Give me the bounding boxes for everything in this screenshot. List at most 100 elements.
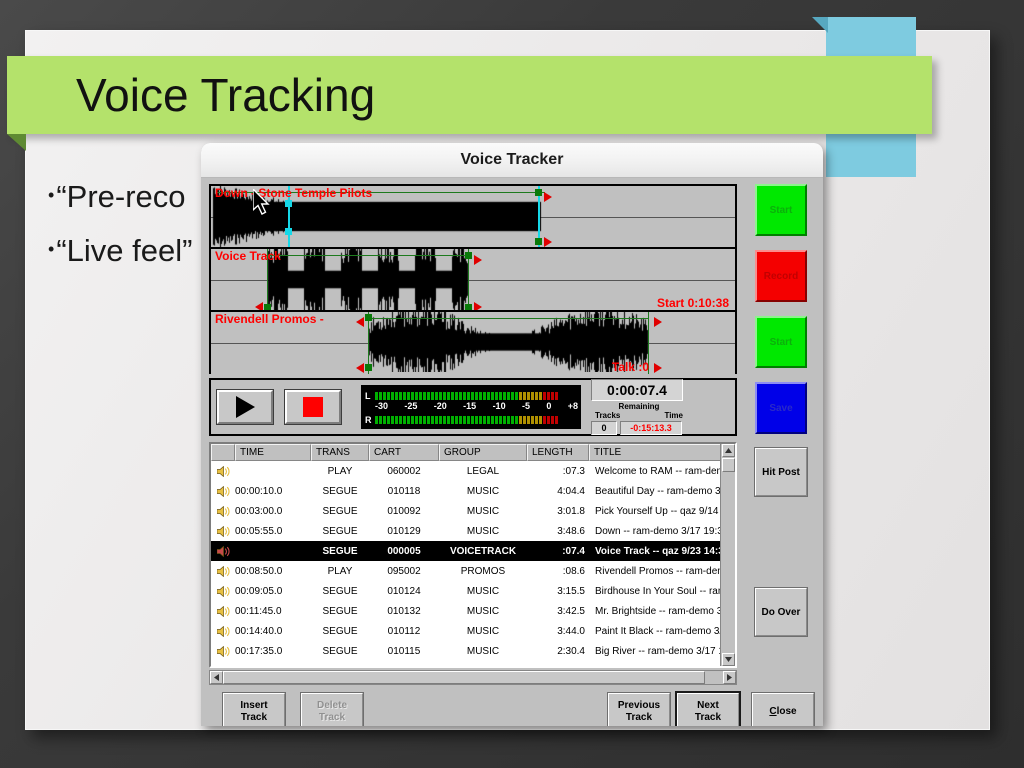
next-track-button[interactable]: NextTrack — [677, 693, 739, 726]
meter-segment — [499, 392, 502, 400]
meter-segment — [475, 416, 478, 424]
scroll-down-button[interactable] — [722, 653, 735, 666]
save-button[interactable]: Save — [755, 382, 807, 434]
meter-segment — [467, 392, 470, 400]
stop-button[interactable] — [285, 390, 341, 424]
waveform-track-2[interactable]: Voice Track Start 0:10:38 — [211, 249, 735, 312]
meter-tick: -25 — [404, 401, 417, 411]
red-marker-end-bottom[interactable] — [474, 302, 482, 312]
meter-segment — [511, 416, 514, 424]
start-button-1[interactable]: Start — [755, 184, 807, 236]
cell-cart: 000005 — [369, 546, 439, 557]
red-marker-start-bottom[interactable] — [356, 363, 364, 373]
scroll-thumb[interactable] — [722, 458, 735, 472]
hit-post-button[interactable]: Hit Post — [755, 448, 807, 496]
row-speaker-icon[interactable] — [211, 546, 235, 557]
red-marker-start-top[interactable] — [356, 317, 364, 327]
green-handle-bottom[interactable] — [535, 238, 542, 245]
meter-segment — [531, 392, 534, 400]
column-header[interactable]: GROUP — [439, 444, 527, 461]
scroll-up-button[interactable] — [722, 444, 735, 457]
row-speaker-icon[interactable] — [211, 586, 235, 597]
close-button[interactable]: Close — [752, 693, 814, 726]
green-handle-start-bottom[interactable] — [365, 364, 372, 371]
waveform-track-1[interactable]: Down - Stone Temple Pilots — [211, 186, 735, 249]
waveform-panel[interactable]: Down - Stone Temple Pilots — [209, 184, 737, 374]
record-button[interactable]: Record — [755, 250, 807, 302]
cell-trans: SEGUE — [311, 646, 369, 657]
hscroll-thumb[interactable] — [223, 671, 705, 684]
speaker-icon — [217, 586, 230, 597]
table-row[interactable]: 00:00:10.0SEGUE010118MUSIC4:04.4Beautifu… — [211, 481, 735, 501]
row-speaker-icon[interactable] — [211, 526, 235, 537]
table-row[interactable]: 00:03:00.0SEGUE010092MUSIC3:01.8Pick You… — [211, 501, 735, 521]
meter-tick: -20 — [434, 401, 447, 411]
table-row[interactable]: 00:17:35.0SEGUE010115MUSIC2:30.4Big Rive… — [211, 641, 735, 661]
column-header[interactable]: CART — [369, 444, 439, 461]
table-row[interactable]: 00:05:55.0SEGUE010129MUSIC3:48.6Down -- … — [211, 521, 735, 541]
insert-track-button[interactable]: InsertTrack — [223, 693, 285, 726]
cell-time: 00:17:35.0 — [235, 646, 311, 657]
table-row[interactable]: 00:14:40.0SEGUE010112MUSIC3:44.0Paint It… — [211, 621, 735, 641]
remaining-tracks-value: 0 — [591, 421, 617, 435]
column-header[interactable]: TIME — [235, 444, 311, 461]
cyan-handle-bottom[interactable] — [285, 228, 292, 235]
cell-trans: SEGUE — [311, 606, 369, 617]
row-speaker-icon[interactable] — [211, 606, 235, 617]
row-speaker-icon[interactable] — [211, 506, 235, 517]
meter-segment — [515, 392, 518, 400]
cell-cart: 010115 — [369, 646, 439, 657]
scroll-right-button[interactable] — [723, 671, 736, 684]
do-over-button[interactable]: Do Over — [755, 588, 807, 636]
waveform-track-3[interactable]: Rivendell Promos - Talk :0 — [211, 312, 735, 374]
vertical-scrollbar[interactable] — [720, 444, 735, 666]
bullet-text: “Live feel” — [56, 233, 192, 268]
talk-time-label: Talk :0 — [612, 360, 649, 374]
table-row[interactable]: 00:11:45.0SEGUE010132MUSIC3:42.5Mr. Brig… — [211, 601, 735, 621]
meter-left-label: L — [365, 391, 375, 401]
play-button[interactable] — [217, 390, 273, 424]
table-row[interactable]: 00:09:05.0SEGUE010124MUSIC3:15.5Birdhous… — [211, 581, 735, 601]
table-row[interactable]: 00:08:50.0PLAY095002PROMOS:08.6Rivendell… — [211, 561, 735, 581]
remaining-time-label: Time — [664, 411, 683, 420]
bullet-marker: • — [48, 185, 54, 205]
start-button-2[interactable]: Start — [755, 316, 807, 368]
table-row[interactable]: PLAY060002LEGAL:07.3Welcome to RAM -- ra… — [211, 461, 735, 481]
table-body[interactable]: PLAY060002LEGAL:07.3Welcome to RAM -- ra… — [211, 461, 735, 666]
row-speaker-icon[interactable] — [211, 626, 235, 637]
row-speaker-icon[interactable] — [211, 646, 235, 657]
table-row[interactable]: SEGUE000005VOICETRACK:07.4Voice Track --… — [211, 541, 735, 561]
previous-track-button[interactable]: PreviousTrack — [608, 693, 670, 726]
meter-segment — [487, 392, 490, 400]
row-speaker-icon[interactable] — [211, 486, 235, 497]
green-handle-start-top[interactable] — [365, 314, 372, 321]
row-speaker-icon[interactable] — [211, 466, 235, 477]
meter-segment — [383, 392, 386, 400]
column-header[interactable]: TITLE — [589, 444, 735, 461]
red-marker-top[interactable] — [544, 192, 552, 202]
green-handle-end-bottom[interactable] — [465, 304, 472, 311]
red-marker-end-top[interactable] — [654, 317, 662, 327]
red-marker-end-top[interactable] — [474, 255, 482, 265]
column-header[interactable]: LENGTH — [527, 444, 589, 461]
dialog-titlebar[interactable]: Voice Tracker — [201, 143, 823, 178]
meter-segment — [495, 392, 498, 400]
cell-trans: SEGUE — [311, 626, 369, 637]
column-header[interactable] — [211, 444, 235, 461]
speaker-icon — [217, 566, 230, 577]
region-top-line — [265, 255, 468, 256]
red-marker-bottom[interactable] — [544, 237, 552, 247]
playlist-table[interactable]: TIMETRANSCARTGROUPLENGTHTITLE PLAY060002… — [209, 442, 737, 668]
column-header[interactable]: TRANS — [311, 444, 369, 461]
green-handle-end-top[interactable] — [465, 252, 472, 259]
row-speaker-icon[interactable] — [211, 566, 235, 577]
scroll-left-button[interactable] — [210, 671, 223, 684]
green-handle-top[interactable] — [535, 189, 542, 196]
red-marker-start[interactable] — [255, 302, 263, 312]
delete-track-button[interactable]: DeleteTrack — [301, 693, 363, 726]
horizontal-scrollbar[interactable] — [209, 670, 737, 685]
stop-icon — [303, 397, 323, 417]
green-handle-start-bottom[interactable] — [264, 304, 271, 311]
cyan-handle-top[interactable] — [285, 200, 292, 207]
red-marker-end-bottom[interactable] — [654, 363, 662, 373]
